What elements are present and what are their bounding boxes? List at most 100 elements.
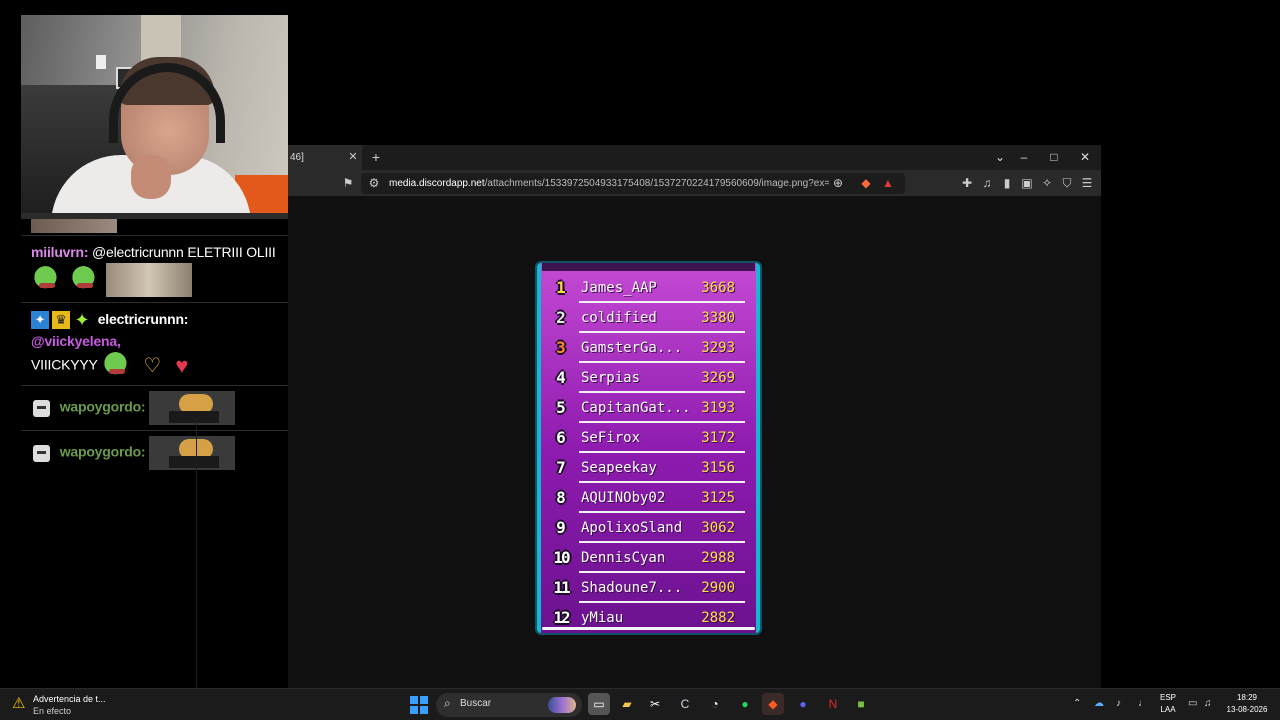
- notification-status: En efecto: [33, 706, 72, 716]
- chat-message: ✦ ♛ ✦ electricrunnn: @viickyelena, VIIICKY…: [21, 302, 288, 385]
- leaderboard-row: 10 DennisCyan 2988: [547, 543, 747, 573]
- url-path: /attachments/1533972504933175408/1537270…: [484, 178, 829, 189]
- menu-icon[interactable]: ☰: [1078, 174, 1096, 192]
- leaderboard-player-name: coldified: [581, 310, 657, 326]
- leaderboard-player-name: yMiau: [581, 610, 624, 626]
- leaderboard-player-name: ApolixoSland: [581, 520, 683, 536]
- warning-icon: ⚠: [12, 695, 26, 712]
- keyboard-layout: LAA: [1160, 705, 1176, 714]
- leaderboard-row: 4 Serpias 3269: [547, 363, 747, 393]
- user-badge-icon: [33, 444, 50, 462]
- language-indicator[interactable]: ESP LAA: [1158, 692, 1178, 716]
- leaderboard-rank: 11: [553, 578, 570, 597]
- brave-rewards-icon[interactable]: ▲: [879, 174, 897, 192]
- leaderboard-row: 8 AQUINOby02 3125: [547, 483, 747, 513]
- frog-emote-icon: [31, 266, 63, 294]
- taskbar-search[interactable]: ⌕ Buscar: [436, 693, 582, 717]
- brave-browser-icon[interactable]: ◆: [762, 693, 784, 715]
- crown-badge-icon: ♛: [52, 311, 70, 330]
- weather-widget[interactable]: ⚠ Advertencia de t... En efecto: [12, 693, 132, 717]
- leaderboard-score: 3193: [701, 400, 735, 416]
- bookmark-icon[interactable]: ⚑: [339, 174, 357, 192]
- leaderboard-score: 3172: [701, 430, 735, 446]
- leaderboard-row: 1 James_AAP 3668: [547, 273, 747, 303]
- leaderboard-rank: 5: [556, 398, 566, 417]
- bread-emote-icon: [149, 436, 236, 470]
- leaderboard-rank: 8: [556, 488, 566, 507]
- app-n-icon[interactable]: N: [822, 693, 844, 715]
- vpn-icon[interactable]: ⛉: [1058, 174, 1076, 192]
- extensions-icon[interactable]: ✚: [958, 174, 976, 192]
- leaderboard-player-name: AQUINOby02: [581, 490, 666, 506]
- address-bar[interactable]: ⚙ media.discordapp.net/attachments/15339…: [361, 173, 905, 194]
- url-text: media.discordapp.net/attachments/1533972…: [389, 173, 829, 194]
- microphone-icon[interactable]: ♩: [1138, 698, 1148, 709]
- leaderboard-rank: 10: [553, 548, 570, 567]
- close-window-button[interactable]: ✕: [1070, 145, 1100, 170]
- site-settings-icon[interactable]: ⚙: [365, 174, 383, 192]
- leaderboard-score: 2988: [701, 550, 735, 566]
- leaderboard-row: 6 SeFirox 3172: [547, 423, 747, 453]
- frog-emote-icon: [101, 352, 134, 380]
- chat-username: wapoygordo:: [59, 398, 146, 415]
- clock-date: 13-08-2026: [1226, 705, 1268, 714]
- heart-emote-icon: ♥: [175, 353, 189, 378]
- wallet-icon[interactable]: ▣: [1018, 174, 1036, 192]
- minecraft-icon[interactable]: ■: [850, 693, 872, 715]
- zoom-icon[interactable]: ⊕: [829, 174, 847, 192]
- sidebar-icon[interactable]: ▮: [998, 174, 1016, 192]
- tab-bar: 46] ✕ + ⌄ – □ ✕: [288, 145, 1101, 170]
- volume-icon[interactable]: ♪: [1116, 698, 1121, 709]
- leaderboard-rank: 9: [556, 518, 566, 537]
- leaderboard-row: 3 GamsterGa... 3293: [547, 333, 747, 363]
- leaderboard-player-name: Shadoune7...: [581, 580, 683, 596]
- leaderboard-score: 2900: [701, 580, 735, 596]
- chat-text: ELETRIII OLIII: [187, 244, 276, 260]
- leaderboard-rank: 1: [556, 278, 566, 297]
- url-host: media.discordapp.net: [389, 178, 485, 189]
- leo-ai-icon[interactable]: ✧: [1038, 174, 1056, 192]
- network-icon[interactable]: ▭: [1188, 698, 1197, 709]
- new-tab-button[interactable]: +: [368, 145, 384, 170]
- bread-emote-icon: [149, 391, 236, 425]
- leaderboard-rank: 7: [556, 458, 566, 477]
- leaderboard-row: 11 Shadoune7... 2900: [547, 573, 747, 603]
- spotify-icon[interactable]: ●: [734, 693, 756, 715]
- chat-emote-thumbnail: [31, 219, 117, 233]
- media-icon[interactable]: ♫: [978, 174, 996, 192]
- leaderboard-player-name: James_AAP: [581, 280, 657, 296]
- file-explorer-icon[interactable]: ▰: [616, 693, 638, 715]
- start-button[interactable]: [410, 696, 428, 714]
- onedrive-icon[interactable]: ☁: [1094, 698, 1104, 709]
- page-viewport: 1 James_AAP 3668 2 coldified 3380 3 GamsterGa..…: [288, 197, 1101, 690]
- system-clock[interactable]: 18:29 13-08-2026: [1224, 692, 1270, 716]
- clock-app-icon[interactable]: ◔: [704, 693, 726, 715]
- leaderboard-row: 2 coldified 3380: [547, 303, 747, 333]
- browser-window: 46] ✕ + ⌄ – □ ✕ ⚑ ⚙ media.discordapp.net…: [288, 145, 1101, 690]
- taskbar: ⚠ Advertencia de t... En efecto ⌕ Buscar…: [0, 688, 1280, 720]
- stream-chat: miiluvrn: @electricrunnn ELETRIII OLIII …: [21, 235, 288, 475]
- speaker-icon[interactable]: ♫: [1204, 698, 1212, 709]
- sparkle-badge-icon: ✦: [74, 310, 90, 331]
- search-highlight-icon: [548, 697, 576, 713]
- minimize-button[interactable]: –: [1009, 145, 1039, 170]
- ccleaner-icon[interactable]: C: [674, 693, 696, 715]
- leaderboard-player-name: SeFirox: [581, 430, 641, 446]
- browser-tab[interactable]: 46] ✕: [288, 145, 362, 170]
- leaderboard-row: 9 ApolixoSland 3062: [547, 513, 747, 543]
- heart-hands-emote-icon: ♡: [143, 355, 161, 377]
- leaderboard-score: 3293: [701, 340, 735, 356]
- close-tab-icon[interactable]: ✕: [346, 145, 360, 170]
- snipping-tool-icon[interactable]: ✂: [644, 693, 666, 715]
- maximize-button[interactable]: □: [1039, 145, 1069, 170]
- chat-mention: @electricrunnn: [92, 244, 184, 260]
- browser-toolbar: ⚑ ⚙ media.discordapp.net/attachments/153…: [288, 170, 1101, 197]
- show-hidden-icons-icon[interactable]: ⌃: [1073, 698, 1081, 709]
- leaderboard-score: 3668: [701, 280, 735, 296]
- clock-time: 18:29: [1236, 693, 1258, 702]
- leaderboard-player-name: CapitanGat...: [581, 400, 691, 416]
- brave-shields-icon[interactable]: ◆: [857, 174, 875, 192]
- discord-icon[interactable]: ●: [792, 693, 814, 715]
- chat-text: VIIICKYYY: [31, 356, 98, 373]
- task-view-icon[interactable]: ▭: [588, 693, 610, 715]
